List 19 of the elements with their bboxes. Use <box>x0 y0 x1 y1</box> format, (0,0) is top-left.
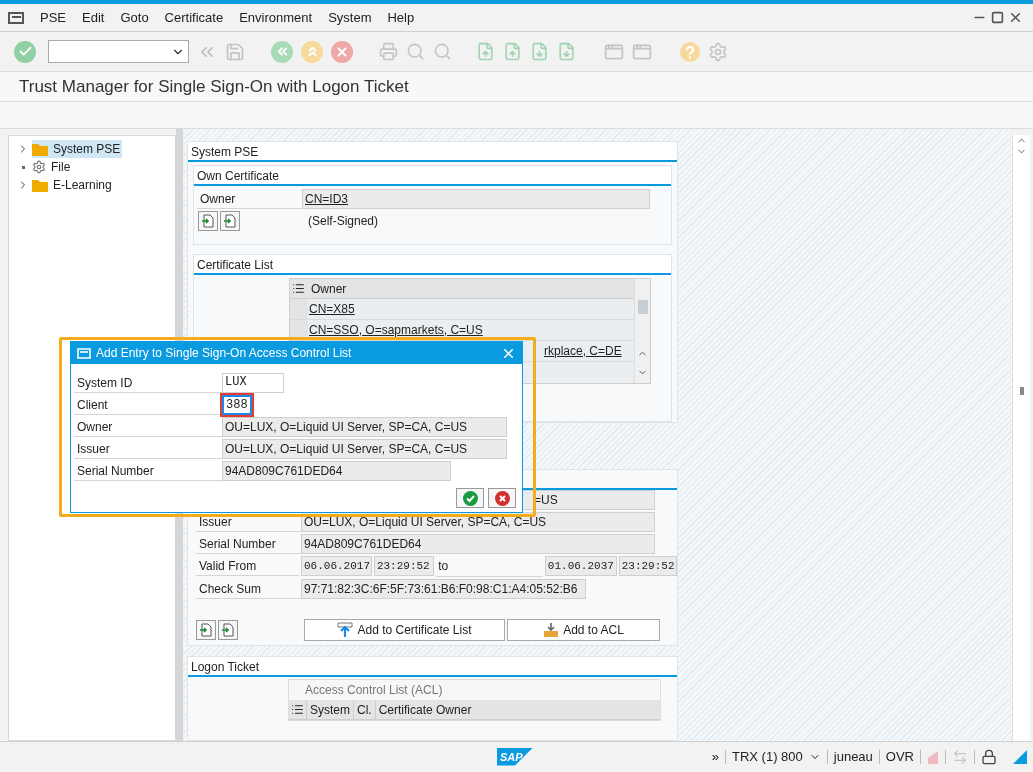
dialog-title: Add Entry to Single Sign-On Access Control List <box>96 345 352 362</box>
column-header: Certificate Owner <box>374 700 635 719</box>
tree-label: System PSE <box>53 141 121 158</box>
signed-status: (Self-Signed) <box>308 213 379 230</box>
column-header: Cl. <box>353 700 375 719</box>
column-header: Owner <box>310 280 347 298</box>
field-label: Valid From <box>196 556 299 576</box>
section-title: Logon Ticket <box>188 657 677 678</box>
acl-title: Access Control List (ACL) <box>304 682 444 700</box>
screen-title: Trust Manager for Single Sign-On with Logon Ticket <box>19 75 409 98</box>
sap-logo: SAP <box>497 747 533 766</box>
section-title: Certificate List <box>194 255 671 275</box>
section-title: System PSE <box>188 142 677 162</box>
user-name: juneau <box>833 747 873 766</box>
to-label: to <box>436 556 543 577</box>
section-title: Own Certificate <box>194 166 671 186</box>
column-header: System <box>306 700 353 719</box>
tree-label: E-Learning <box>53 177 112 194</box>
tree-label: File <box>51 159 71 176</box>
